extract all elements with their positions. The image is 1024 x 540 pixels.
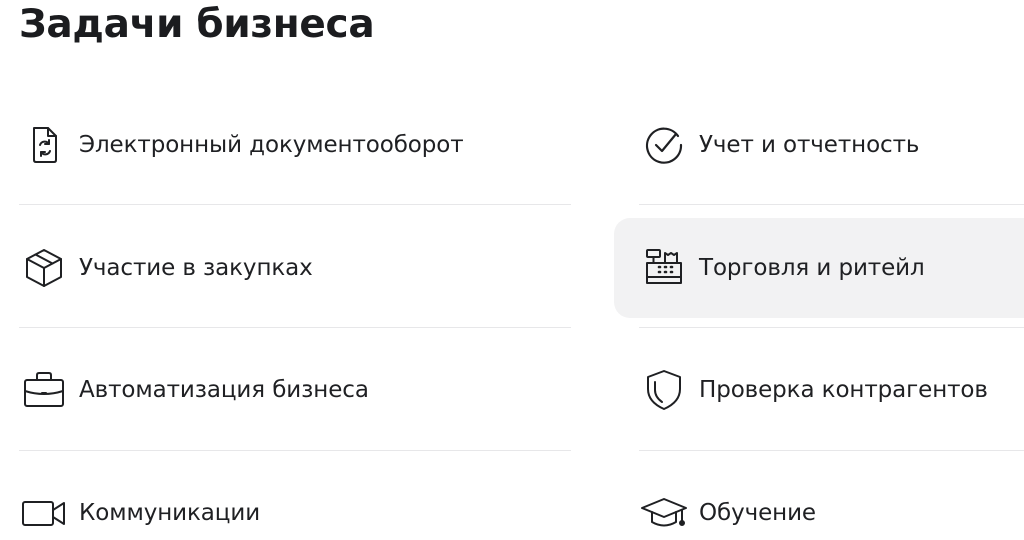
task-business-automation[interactable]: Автоматизация бизнеса bbox=[19, 340, 571, 440]
task-label: Торговля и ритейл bbox=[699, 255, 925, 281]
briefcase-icon bbox=[19, 365, 69, 415]
task-label: Автоматизация бизнеса bbox=[79, 377, 369, 403]
task-electronic-document-flow[interactable]: Электронный документооборот bbox=[19, 95, 571, 195]
box-icon bbox=[19, 243, 69, 293]
cash-register-icon bbox=[639, 243, 689, 293]
check-circle-icon bbox=[639, 120, 689, 170]
task-label: Участие в закупках bbox=[79, 255, 313, 281]
task-label: Учет и отчетность bbox=[699, 132, 920, 158]
row-divider bbox=[19, 204, 571, 205]
document-sync-icon bbox=[19, 120, 69, 170]
task-label: Проверка контрагентов bbox=[699, 377, 988, 403]
row-divider bbox=[19, 450, 571, 451]
task-trade-retail[interactable]: Торговля и ритейл bbox=[614, 218, 1024, 318]
video-camera-icon bbox=[19, 488, 69, 538]
page-title: Задачи бизнеса bbox=[19, 2, 375, 47]
task-label: Обучение bbox=[699, 500, 816, 526]
task-education[interactable]: Обучение bbox=[614, 463, 1024, 540]
task-accounting-reporting[interactable]: Учет и отчетность bbox=[614, 95, 1024, 195]
task-label: Электронный документооборот bbox=[79, 132, 464, 158]
row-divider bbox=[639, 327, 1024, 328]
task-communications[interactable]: Коммуникации bbox=[19, 463, 571, 540]
task-label: Коммуникации bbox=[79, 500, 261, 526]
graduation-cap-icon bbox=[639, 488, 689, 538]
row-divider bbox=[19, 327, 571, 328]
shield-icon bbox=[639, 365, 689, 415]
task-procurement[interactable]: Участие в закупках bbox=[19, 218, 571, 318]
row-divider bbox=[639, 450, 1024, 451]
row-divider bbox=[639, 204, 1024, 205]
task-counterparty-check[interactable]: Проверка контрагентов bbox=[614, 340, 1024, 440]
